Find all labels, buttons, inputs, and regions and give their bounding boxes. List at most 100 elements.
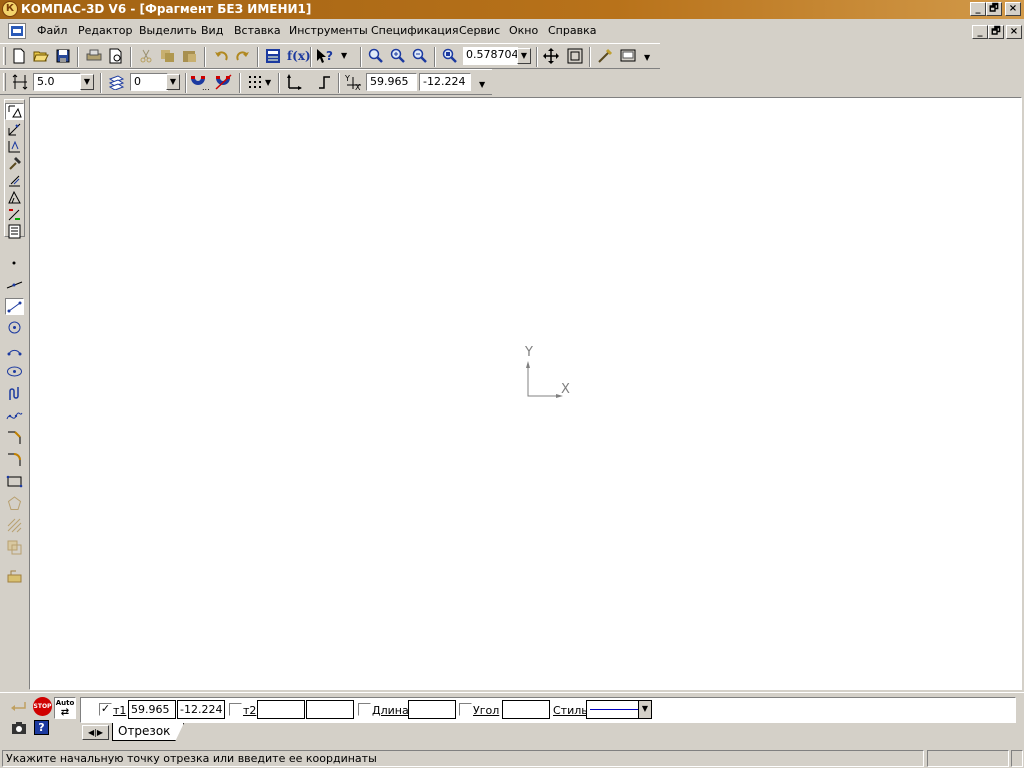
continuous-input-icon[interactable] [5,385,24,402]
doc-restore-button[interactable]: 🗗 [988,25,1004,39]
grid-icon[interactable] [245,72,265,92]
rectangle-icon[interactable] [5,473,24,490]
minimize-button[interactable]: _ [970,2,986,16]
arc-icon[interactable] [5,341,24,358]
measure-panel-icon[interactable] [5,189,24,206]
tab-segment[interactable]: Отрезок [118,724,170,738]
geometry-panel-icon[interactable] [5,103,24,120]
parametrization-panel-icon[interactable] [5,172,24,189]
screen-dropdown-icon[interactable]: ▼ [644,53,650,62]
zoom-all-icon[interactable] [565,46,585,66]
redo-icon[interactable] [233,46,253,66]
fillet-icon[interactable] [5,451,24,468]
ellipse-icon[interactable] [5,363,24,380]
snap-magnet-icon[interactable]: ... [190,72,210,92]
step-field[interactable]: 5.0 [33,73,81,91]
new-document-icon[interactable] [9,46,29,66]
step-dropdown-button[interactable]: ▼ [80,74,94,90]
menu-insert[interactable]: Вставка [234,24,281,37]
menu-service[interactable]: Сервис [459,24,500,37]
segment-icon[interactable] [5,298,24,315]
designations-panel-icon[interactable] [5,138,24,155]
hatch-icon[interactable] [5,517,24,534]
camera-icon[interactable] [10,720,28,736]
polygon-icon[interactable] [5,495,24,512]
style-dropdown-button[interactable]: ▼ [638,701,651,718]
menu-select[interactable]: Выделить [139,24,197,37]
function-icon[interactable]: f(x) [287,49,311,63]
layer-dropdown-button[interactable]: ▼ [166,74,180,90]
menu-view[interactable]: Вид [201,24,223,37]
enter-object-icon[interactable] [9,699,29,715]
nurbs-curve-icon[interactable] [5,407,24,424]
t1-checkbox[interactable]: ✓ [99,703,112,716]
t1-x-field[interactable]: 59.965 [128,700,176,719]
step-icon[interactable] [10,72,30,92]
collect-contour-icon[interactable] [5,567,24,584]
zoom-value-field[interactable]: 0.578704 [463,47,518,65]
tab-scroll-arrows[interactable]: ◀|▶ [82,725,109,740]
redraw-icon[interactable] [595,46,615,66]
layer-field[interactable]: 0 [130,73,168,91]
menu-editor[interactable]: Редактор [78,24,133,37]
auxiliary-line-icon[interactable] [5,276,24,293]
grid-dropdown-icon[interactable]: ▼ [265,78,271,87]
zoom-scale-icon[interactable] [440,46,460,66]
menu-specification[interactable]: Спецификация [371,24,458,37]
local-cs-icon[interactable] [284,72,304,92]
pan-icon[interactable] [541,46,561,66]
snap-off-icon[interactable] [214,72,234,92]
selection-panel-icon[interactable] [5,206,24,223]
screen-icon[interactable] [618,46,638,66]
editing-panel-icon[interactable] [5,155,24,172]
zoom-window-icon[interactable] [366,46,386,66]
t1-y-field[interactable]: -12.224 [177,700,225,719]
doc-close-button[interactable]: × [1006,25,1022,39]
drawing-canvas[interactable]: Y X [29,97,1022,690]
help-cursor-icon[interactable]: ? [315,46,335,66]
dimensions-panel-icon[interactable] [5,121,24,138]
style-select[interactable]: ▼ [586,700,652,719]
t2-checkbox[interactable] [229,703,242,716]
stop-button[interactable]: STOP [33,697,52,716]
auto-create-button[interactable]: Auto ⇄ [54,697,76,719]
save-icon[interactable] [53,46,73,66]
print-icon[interactable] [84,46,104,66]
cursor-coords-icon[interactable]: YX [344,72,364,92]
undo-icon[interactable] [211,46,231,66]
document-icon[interactable] [8,23,26,39]
zoom-in-icon[interactable] [388,46,408,66]
equidistant-icon[interactable] [5,539,24,556]
length-checkbox[interactable] [358,703,371,716]
cut-icon[interactable] [136,46,156,66]
zoom-out-icon[interactable] [410,46,430,66]
variables-icon[interactable] [263,46,283,66]
angle-checkbox[interactable] [459,703,472,716]
menu-help[interactable]: Справка [548,24,596,37]
restore-button[interactable]: 🗗 [986,2,1002,16]
cursor-y-field[interactable]: -12.224 [419,73,471,91]
coords-dropdown-icon[interactable]: ▼ [479,80,485,89]
menu-file[interactable]: Файл [37,24,67,37]
circle-icon[interactable] [5,319,24,336]
open-folder-icon[interactable] [31,46,51,66]
print-preview-icon[interactable] [106,46,126,66]
paste-icon[interactable] [180,46,200,66]
layers-icon[interactable] [106,72,126,92]
menu-tools[interactable]: Инструменты [289,24,368,37]
t2-y-field[interactable] [306,700,354,719]
title-bar[interactable]: К КОМПАС-3D V6 - [Фрагмент БЕЗ ИМЕНИ1] _… [0,0,1024,19]
angle-field[interactable] [502,700,550,719]
spec-panel-icon[interactable] [5,223,24,240]
point-icon[interactable] [5,254,24,271]
chamfer-icon[interactable] [5,429,24,446]
menu-window[interactable]: Окно [509,24,538,37]
cursor-x-field[interactable]: 59.965 [366,73,417,91]
t2-x-field[interactable] [257,700,305,719]
length-field[interactable] [408,700,456,719]
help-icon[interactable]: ? [34,720,49,735]
help-dropdown-icon[interactable]: ▼ [341,51,347,60]
ortho-icon[interactable] [314,72,334,92]
copy-icon[interactable] [158,46,178,66]
zoom-dropdown-button[interactable]: ▼ [517,48,531,64]
